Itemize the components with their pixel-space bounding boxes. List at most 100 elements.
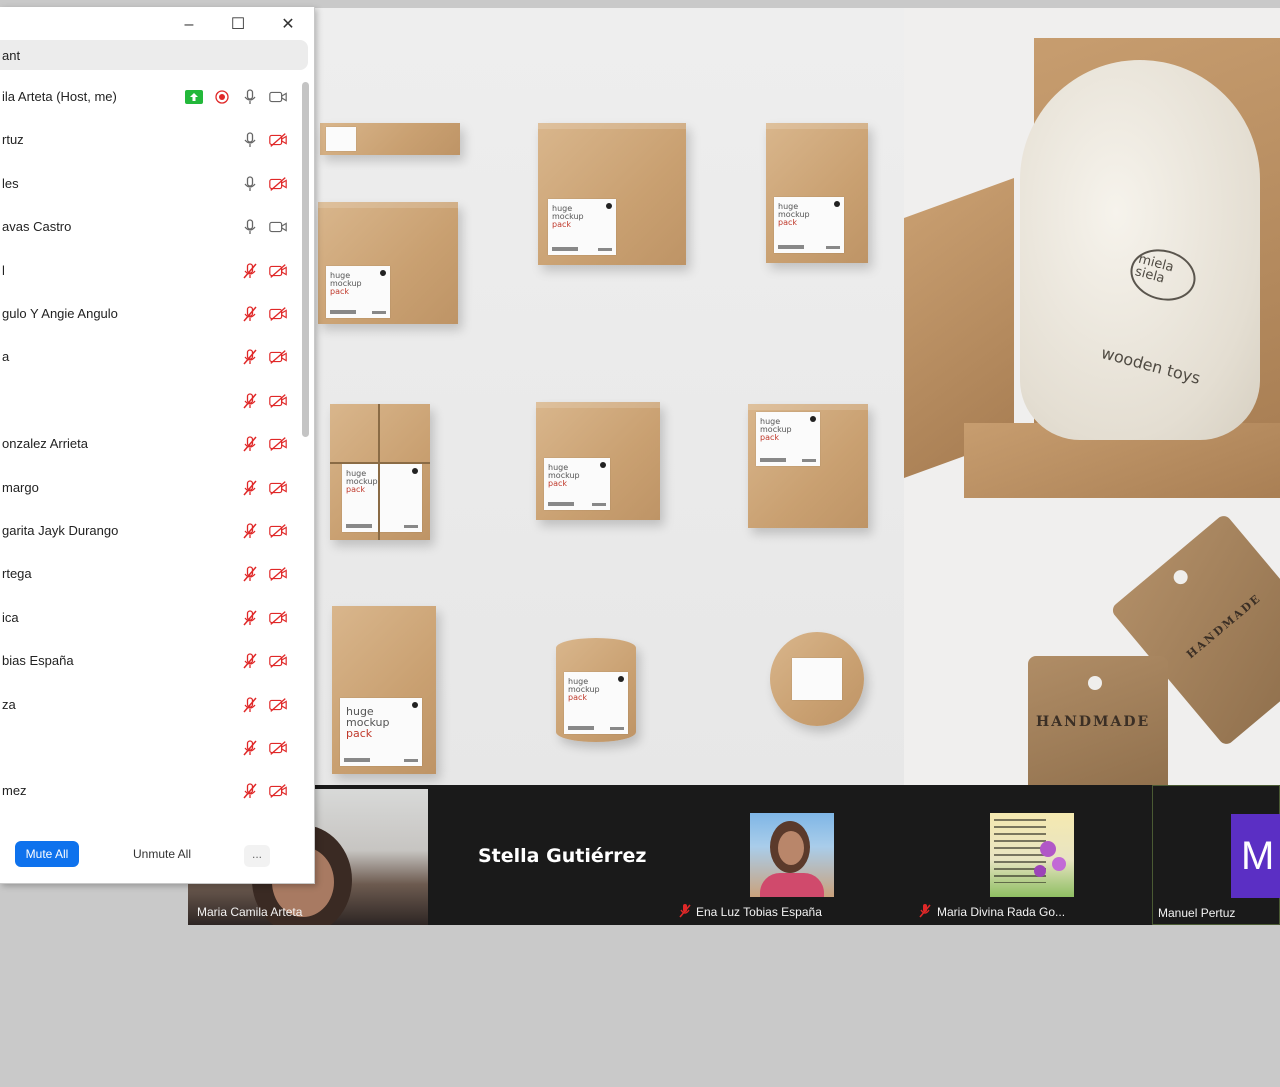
camera-off-icon[interactable]: [268, 781, 288, 801]
close-button[interactable]: ✕: [278, 15, 298, 35]
participant-row[interactable]: garita Jayk Durango: [0, 511, 300, 551]
label-line-3: pack: [346, 485, 366, 494]
cotton-bag: miela siela wooden toys: [1020, 60, 1260, 440]
tag-front: HANDMADE: [1028, 656, 1168, 785]
mic-muted-icon[interactable]: [240, 608, 260, 628]
participant-row[interactable]: gulo Y Angie Angulo: [0, 294, 300, 334]
mic-icon[interactable]: [240, 174, 260, 194]
mockup-image: huge mockup pack huge mockup pack huge m…: [314, 8, 904, 785]
share-screen-icon: [185, 90, 203, 104]
camera-off-icon[interactable]: [268, 608, 288, 628]
camera-off-icon[interactable]: [268, 695, 288, 715]
camera-off-icon[interactable]: [268, 261, 288, 281]
participant-row[interactable]: rtega: [0, 554, 300, 594]
camera-off-icon[interactable]: [268, 651, 288, 671]
camera-off-icon[interactable]: [268, 304, 288, 324]
camera-off-icon[interactable]: [268, 347, 288, 367]
box-label: [792, 658, 842, 700]
mic-muted-icon[interactable]: [240, 564, 260, 584]
box-label: huge mockup pack: [342, 464, 422, 532]
mic-muted-icon[interactable]: [240, 304, 260, 324]
tile-name: Ena Luz Tobias España: [696, 905, 822, 919]
panel-title: ant: [2, 48, 21, 63]
label-line-3: pack: [548, 479, 568, 488]
maximize-button[interactable]: ☐: [228, 15, 248, 35]
participant-row[interactable]: onzalez Arrieta: [0, 424, 300, 464]
participant-row[interactable]: ila Arteta (Host, me): [0, 77, 300, 117]
participant-status-icons: [240, 781, 288, 801]
camera-icon[interactable]: [268, 87, 288, 107]
participant-row[interactable]: za: [0, 685, 300, 725]
video-strip: Maria Camila Arteta Ena Luz Tobias Españ…: [188, 785, 1280, 925]
video-tile-maria-divina[interactable]: Maria Divina Rada Go...: [914, 785, 1152, 925]
tube-box: huge mockup pack: [556, 638, 636, 742]
camera-off-icon[interactable]: [268, 391, 288, 411]
participant-status-icons: [240, 130, 288, 150]
bag-text: wooden toys: [1099, 343, 1203, 388]
avatar: M: [1231, 814, 1280, 898]
mic-muted-icon[interactable]: [240, 695, 260, 715]
mic-muted-icon[interactable]: [240, 434, 260, 454]
minimize-button[interactable]: –: [179, 15, 199, 35]
participant-row[interactable]: l: [0, 251, 300, 291]
camera-off-icon[interactable]: [268, 738, 288, 758]
tile-name: Maria Divina Rada Go...: [937, 905, 1066, 919]
participant-row[interactable]: margo: [0, 468, 300, 508]
panel-header: ant: [0, 40, 308, 70]
recording-icon: [215, 90, 229, 104]
label-line-3: pack: [552, 220, 572, 229]
mic-muted-icon[interactable]: [240, 391, 260, 411]
camera-off-icon[interactable]: [268, 478, 288, 498]
tall-box: huge mockup pack: [766, 123, 868, 263]
camera-off-icon[interactable]: [268, 564, 288, 584]
camera-icon[interactable]: [268, 217, 288, 237]
unmute-all-button[interactable]: Unmute All: [122, 841, 202, 867]
mic-muted-icon[interactable]: [240, 521, 260, 541]
mic-muted-icon[interactable]: [240, 738, 260, 758]
participant-name: onzalez Arrieta: [2, 436, 88, 451]
participant-row[interactable]: ica: [0, 598, 300, 638]
mic-icon[interactable]: [240, 87, 260, 107]
scrollbar[interactable]: [302, 82, 309, 437]
label-line-3: pack: [346, 727, 373, 740]
mic-muted-icon[interactable]: [240, 781, 260, 801]
participant-name: ila Arteta (Host, me): [2, 89, 117, 104]
participants-panel: – ☐ ✕ ant ila Arteta (Host, me) rtuz les av…: [0, 7, 315, 884]
mic-muted-icon[interactable]: [240, 261, 260, 281]
participant-row[interactable]: [0, 381, 300, 421]
mic-icon[interactable]: [240, 130, 260, 150]
mic-icon[interactable]: [240, 217, 260, 237]
participant-row[interactable]: [0, 728, 300, 768]
camera-off-icon[interactable]: [268, 434, 288, 454]
participant-row[interactable]: rtuz: [0, 120, 300, 160]
label-line-3: pack: [568, 693, 588, 702]
square-box: huge mockup pack: [748, 404, 868, 528]
participant-row[interactable]: bias España: [0, 641, 300, 681]
box-label: [326, 127, 356, 151]
desktop-background: [4, 925, 1280, 1087]
box-label: huge mockup pack: [756, 412, 820, 466]
participant-name: rtuz: [2, 132, 24, 147]
long-box: [320, 123, 460, 155]
camera-off-icon[interactable]: [268, 174, 288, 194]
camera-off-icon[interactable]: [268, 130, 288, 150]
participant-row[interactable]: a: [0, 337, 300, 377]
mic-muted-icon[interactable]: [240, 347, 260, 367]
square-box: huge mockup pack: [538, 123, 686, 265]
participant-name: margo: [2, 480, 39, 495]
participant-row[interactable]: les: [0, 164, 300, 204]
mute-all-button[interactable]: Mute All: [15, 841, 79, 867]
mic-muted-icon[interactable]: [240, 651, 260, 671]
mic-muted-icon[interactable]: [240, 478, 260, 498]
video-tile-ena[interactable]: Ena Luz Tobias España: [672, 785, 912, 925]
participant-status-icons: [240, 304, 288, 324]
tied-box: huge mockup pack: [330, 404, 430, 540]
camera-off-icon[interactable]: [268, 521, 288, 541]
participant-row[interactable]: avas Castro: [0, 207, 300, 247]
participant-status-icons: [240, 217, 288, 237]
participant-status-icons: [240, 738, 288, 758]
participant-status-icons: [240, 695, 288, 715]
participant-row[interactable]: mez: [0, 771, 300, 811]
more-button[interactable]: ...: [244, 845, 270, 867]
participant-status-icons: [184, 87, 288, 107]
